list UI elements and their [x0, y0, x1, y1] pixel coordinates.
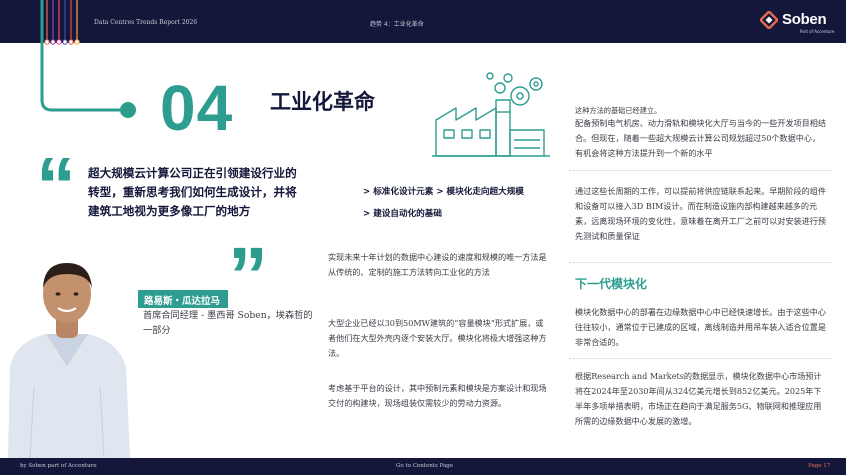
- bullet-item[interactable]: > 标准化设计元素 > 模块化走向超大规模: [363, 186, 543, 199]
- divider: [569, 262, 831, 263]
- go-to-contents-link[interactable]: Go to Contents Page: [396, 463, 453, 469]
- middle-paragraph: 考虑基于平台的设计，其中预制元素和模块是方案设计和现场交付的构建块，现场组装仅需…: [328, 383, 547, 408]
- divider: [569, 358, 831, 359]
- section-title: 工业化革命: [270, 90, 375, 114]
- logo-name: Soben: [782, 11, 827, 28]
- right-paragraph: 通过这些长周期的工作，可以提前将供应链联系起来。早期阶段的组件和设备可以接入3D…: [575, 186, 826, 241]
- trend-label: 趋势 4：工业化革命: [370, 21, 424, 28]
- footer-credit: by Soben part of Accenture: [20, 463, 97, 469]
- pull-quote: 超大规模云计算公司正在引领建设行业的转型，重新思考我们如何生成设计，并将建筑工地…: [88, 166, 297, 218]
- logo-subtitle: Part of Accenture: [800, 29, 835, 34]
- section-number: 04: [160, 72, 234, 144]
- middle-paragraph: 实现未来十年计划的数据中心建设的速度和规模的唯一方法是从传统的、定制的施工方法转…: [328, 252, 547, 277]
- middle-paragraph: 大型企业已经以30到50MW建筑的“容量模块”形式扩展，或者他们在大型外壳内逐个…: [328, 318, 547, 358]
- factory-gears-icon: [432, 72, 550, 157]
- divider: [569, 170, 831, 171]
- right-paragraph: 模块化数据中心的部署在边缘数据中心中已经快速增长。由于这些中心往往较小，通常位于…: [575, 307, 826, 347]
- person-name: 路易斯・瓜达拉马: [138, 290, 229, 308]
- right-paragraph: 根据Research and Markets的数据显示，模块化数据中心市场预计将…: [575, 371, 822, 426]
- person-portrait: [8, 263, 130, 458]
- open-quote-mark: “: [36, 141, 76, 230]
- bullet-list: > 标准化设计元素 > 模块化走向超大规模 > 建设自动化的基础: [363, 186, 543, 230]
- soben-logo[interactable]: Soben Part of Accenture: [760, 9, 840, 39]
- right-paragraph: 配备预制电气机房、动力滑轨和模块化大厅与当今的一些开发项目相结合。但现在，随着一…: [575, 118, 826, 158]
- soben-logo-mark-icon: [760, 11, 778, 29]
- bottom-bar: by Soben part of Accenture Go to Content…: [0, 458, 846, 475]
- person-role: 首席合同经理 - 墨西哥 Soben，埃森哲的一部分: [143, 310, 313, 336]
- close-quote-mark: ”: [228, 231, 268, 320]
- subsection-heading: 下一代模块化: [575, 277, 648, 291]
- page-number: Page 17: [808, 463, 831, 469]
- bullet-item[interactable]: > 建设自动化的基础: [363, 208, 543, 221]
